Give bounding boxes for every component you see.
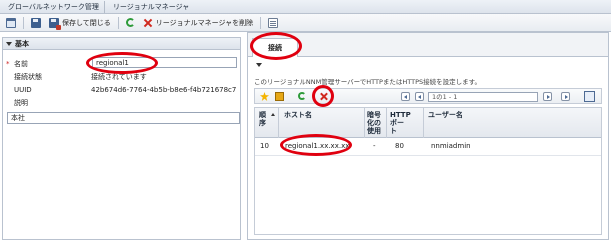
column-divider [364, 108, 365, 138]
next-page-button[interactable] [543, 92, 552, 101]
uuid-value: 42b674d6-7764-4b5b-b8e6-f4b721678c7 [91, 86, 237, 94]
pager-display: 1の1 - 1 [428, 92, 538, 102]
window-icon [6, 17, 16, 28]
connection-toolbar: 1の1 - 1 [254, 88, 602, 104]
save-and-close-button[interactable]: 保存して閉じる [46, 16, 114, 30]
toolbar-divider [23, 16, 24, 29]
save-button[interactable] [28, 16, 44, 30]
cell-order: 10 [260, 142, 269, 150]
delete-regional-manager-button[interactable]: リージョナルマネージャを削除 [140, 16, 256, 30]
previous-page-button[interactable] [415, 92, 424, 101]
toolbar-divider [117, 16, 119, 29]
column-divider [386, 108, 387, 138]
breadcrumb-item-regional-manager[interactable]: リージョナルマネージャ [108, 1, 194, 13]
column-header-username[interactable]: ユーザー名 [428, 111, 463, 119]
last-page-button[interactable] [561, 92, 570, 101]
cell-hostname: regional1.xx.xx.xx [285, 142, 350, 150]
section-toggle-icon[interactable] [256, 63, 262, 67]
first-page-button[interactable] [401, 92, 410, 101]
delete-icon[interactable] [320, 92, 329, 101]
tab-connection-label: 接続 [268, 44, 282, 52]
window-button[interactable] [3, 16, 19, 30]
cell-encryption: - [373, 142, 376, 150]
status-label: 接続状態 [14, 73, 42, 81]
new-icon[interactable] [260, 92, 269, 101]
table-header: 順序 ホスト名 暗号化の使用 HTTPポート ユーザー名 [255, 108, 601, 138]
tab-connection[interactable]: 接続 [252, 38, 298, 57]
connection-panel: 接続 このリージョナルNNM管理サーバーでHTTPまたはHTTPS接続を設定しま… [247, 32, 609, 240]
basics-section-title: 基本 [15, 39, 29, 48]
required-asterisk: * [6, 60, 10, 68]
list-icon [268, 17, 279, 28]
delete-regional-manager-label: リージョナルマネージャを削除 [155, 18, 254, 27]
refresh-icon [125, 18, 135, 27]
refresh-button[interactable] [123, 16, 138, 30]
tab-strip: 接続 [248, 33, 608, 57]
uuid-row: UUID 42b674d6-7764-4b5b-b8e6-f4b721678c7 [3, 84, 240, 96]
column-header-encryption[interactable]: 暗号化の使用 [367, 111, 383, 135]
list-button[interactable] [265, 16, 281, 30]
description-row: 説明 [3, 97, 240, 109]
column-divider [423, 108, 424, 138]
refresh-icon[interactable] [298, 92, 306, 100]
save-and-close-label: 保存して閉じる [62, 18, 111, 27]
save-close-icon [49, 17, 61, 30]
column-header-order[interactable]: 順序 [259, 111, 271, 127]
sort-ascending-icon [271, 113, 275, 116]
status-row: 接続状態 接続されています [3, 71, 240, 83]
uuid-label: UUID [14, 86, 32, 94]
edit-icon[interactable] [275, 92, 284, 101]
status-value: 接続されています [91, 73, 147, 81]
save-icon [31, 17, 41, 28]
description-label: 説明 [14, 99, 28, 107]
basics-section-header[interactable]: 基本 [3, 38, 240, 50]
connection-description: このリージョナルNNM管理サーバーでHTTPまたはHTTPS接続を設定します。 [254, 78, 481, 86]
column-divider [278, 108, 279, 138]
name-label: 名前 [14, 60, 28, 68]
toolbar-divider [260, 16, 262, 29]
name-input[interactable] [92, 57, 237, 68]
connection-table: 順序 ホスト名 暗号化の使用 HTTPポート ユーザー名 10 regional… [254, 107, 602, 235]
breadcrumb-item-global-network[interactable]: グローバルネットワーク管理 [3, 0, 105, 13]
cell-http-port: 80 [395, 142, 404, 150]
column-header-http-port[interactable]: HTTPポート [390, 111, 411, 135]
column-header-hostname[interactable]: ホスト名 [284, 111, 344, 119]
collapse-triangle-icon [6, 41, 12, 46]
delete-icon [143, 18, 153, 28]
description-input[interactable] [7, 112, 240, 124]
cell-username: nnmiadmin [431, 142, 471, 150]
column-settings-icon[interactable] [584, 91, 595, 102]
breadcrumb: グローバルネットワーク管理 リージョナルマネージャ [0, 0, 611, 14]
main-toolbar: 保存して閉じる リージョナルマネージャを削除 [0, 14, 611, 32]
table-row[interactable]: 10 regional1.xx.xx.xx - 80 nnmiadmin [255, 138, 601, 156]
